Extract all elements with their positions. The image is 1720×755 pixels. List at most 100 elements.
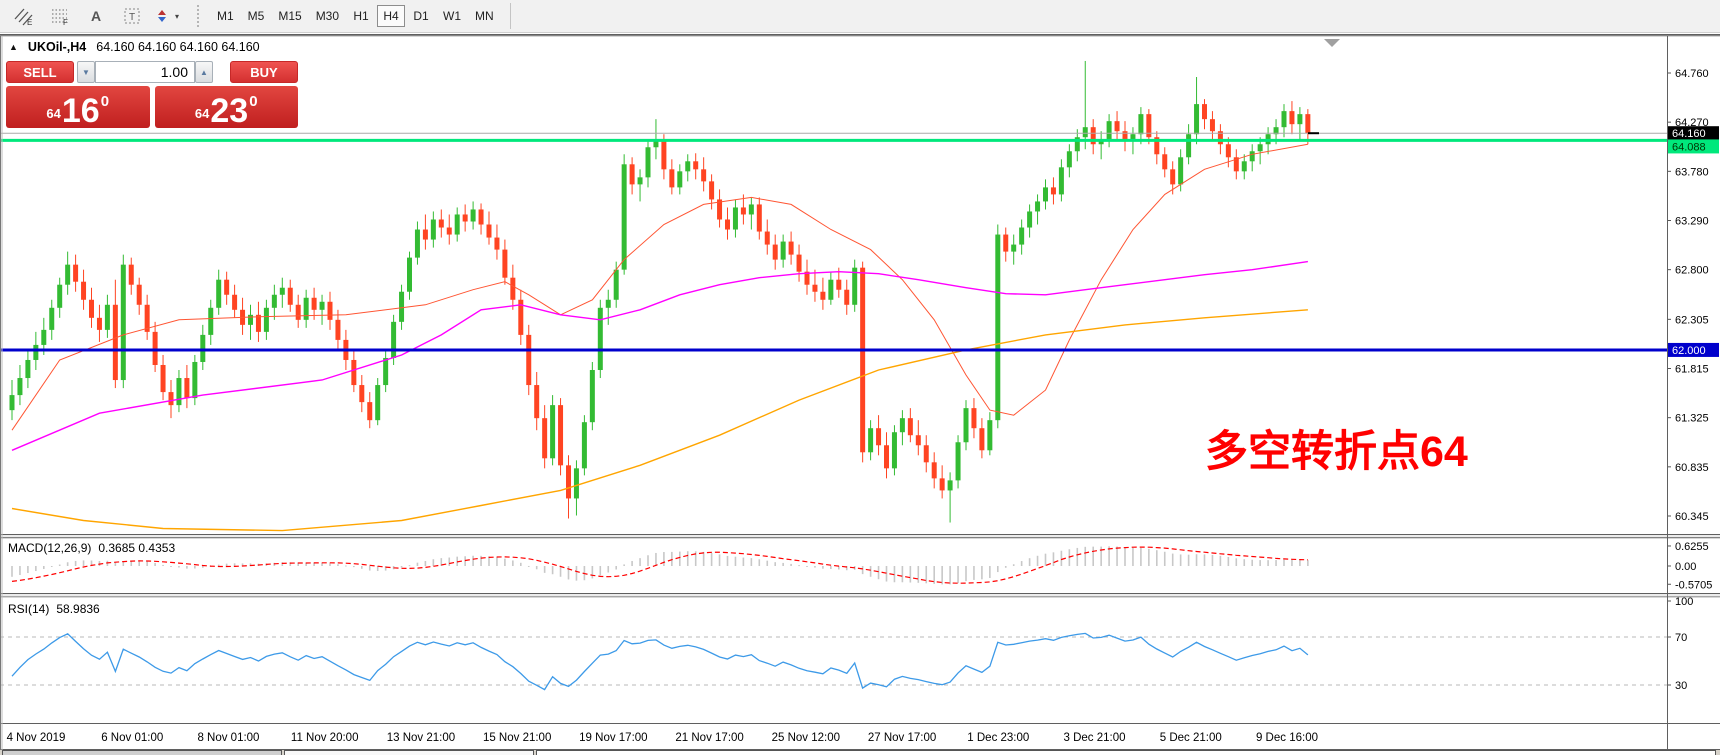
candle-body bbox=[915, 435, 921, 446]
candle-body bbox=[780, 241, 786, 260]
candle-body bbox=[868, 428, 874, 453]
candle-body bbox=[756, 204, 762, 232]
macd-bar bbox=[774, 562, 776, 566]
macd-bar bbox=[877, 566, 880, 580]
candle-body bbox=[279, 287, 285, 295]
toolbar: E F A T ▾ M1 M5 M15 M30 H1 H4 D1 W1 MN bbox=[0, 0, 1720, 33]
svg-text:E: E bbox=[27, 18, 32, 26]
price-badge-label: 62.000 bbox=[1672, 345, 1706, 357]
timeframe-M5[interactable]: M5 bbox=[242, 5, 271, 27]
macd-bar bbox=[615, 566, 617, 570]
macd-bar bbox=[1044, 553, 1047, 566]
sell-button[interactable]: SELL bbox=[6, 61, 74, 83]
macd-bar bbox=[225, 563, 228, 566]
timeframe-MN[interactable]: MN bbox=[469, 5, 500, 27]
macd-bar bbox=[162, 564, 164, 566]
candle-body bbox=[836, 279, 842, 290]
date-tick-label: 6 Nov 01:00 bbox=[101, 732, 163, 744]
macd-bar bbox=[194, 566, 196, 569]
macd-bar bbox=[146, 561, 148, 566]
macd-bar bbox=[27, 566, 29, 574]
candle-body bbox=[303, 297, 309, 320]
candle-body bbox=[446, 227, 452, 235]
volume-increase-button[interactable]: ▲ bbox=[195, 61, 213, 83]
price-tick-label: 61.815 bbox=[1675, 364, 1709, 376]
candle-body bbox=[65, 264, 71, 285]
candle-body bbox=[884, 445, 889, 469]
chart-tab[interactable] bbox=[2, 750, 282, 755]
price-tick-label: 62.305 bbox=[1675, 314, 1709, 326]
macd-bar bbox=[170, 566, 172, 567]
chart-tab[interactable] bbox=[536, 750, 1716, 755]
macd-bar bbox=[949, 566, 951, 585]
macd-bar bbox=[631, 560, 633, 566]
candle-body bbox=[812, 284, 818, 292]
candle-body bbox=[645, 147, 651, 178]
timeframe-W1[interactable]: W1 bbox=[437, 5, 467, 27]
candle-body bbox=[367, 402, 373, 421]
drawing-tools-group: E F A T ▾ bbox=[8, 4, 188, 28]
candle-body bbox=[693, 161, 699, 170]
macd-bar bbox=[830, 566, 832, 570]
macd-tick-label: 0.6255 bbox=[1675, 541, 1709, 553]
candle-body bbox=[1209, 119, 1215, 132]
bid-sup-digit: 0 bbox=[100, 93, 110, 110]
buy-button[interactable]: BUY bbox=[230, 61, 298, 83]
arrows-icon bbox=[157, 10, 166, 22]
date-tick-label: 8 Nov 01:00 bbox=[197, 732, 259, 744]
macd-bar bbox=[1187, 554, 1190, 566]
candle-body bbox=[1249, 151, 1255, 162]
macd-bar bbox=[941, 566, 943, 585]
macd-bar bbox=[655, 552, 657, 566]
macd-bar bbox=[1299, 559, 1301, 566]
candle-body bbox=[184, 378, 190, 399]
candle-body bbox=[1043, 187, 1048, 202]
candle-body bbox=[899, 418, 905, 433]
timeframe-M1[interactable]: M1 bbox=[211, 5, 240, 27]
candle-body bbox=[454, 214, 460, 235]
date-tick-label: 5 Dec 21:00 bbox=[1160, 732, 1222, 744]
rsi-label: RSI(14) 58.9836 bbox=[8, 602, 100, 616]
timeframe-H4[interactable]: H4 bbox=[377, 5, 406, 27]
macd-bar bbox=[1259, 560, 1261, 566]
tool-text-button[interactable]: A bbox=[80, 4, 112, 28]
macd-bar bbox=[1028, 558, 1031, 566]
volume-decrease-button[interactable]: ▼ bbox=[77, 61, 95, 83]
tool-fibonacci-button[interactable]: F bbox=[44, 4, 76, 28]
rsi-tick-label: 70 bbox=[1675, 632, 1687, 644]
candle-body bbox=[1170, 169, 1176, 185]
timeframe-D1[interactable]: D1 bbox=[407, 5, 435, 27]
bid-prefix: 64 bbox=[46, 106, 61, 121]
candle-body bbox=[462, 214, 468, 222]
candle-body bbox=[1035, 201, 1041, 212]
candle-body bbox=[701, 169, 707, 182]
ask-price-box[interactable]: 64 23 0 bbox=[154, 86, 298, 128]
volume-input[interactable] bbox=[95, 61, 195, 83]
candle-body bbox=[248, 314, 253, 325]
candle-body bbox=[709, 181, 715, 200]
tool-equidistant-channel-button[interactable]: E bbox=[8, 4, 40, 28]
tool-arrows-button[interactable]: ▾ bbox=[152, 4, 184, 28]
candle-body bbox=[168, 392, 174, 406]
svg-text:F: F bbox=[63, 18, 68, 26]
bid-price-box[interactable]: 64 16 0 bbox=[6, 86, 150, 128]
macd-bar bbox=[607, 566, 610, 573]
price-tick-label: 60.345 bbox=[1675, 511, 1709, 523]
timeframe-H1[interactable]: H1 bbox=[347, 5, 375, 27]
candle-body bbox=[470, 209, 476, 222]
macd-bar bbox=[885, 566, 888, 582]
macd-bar bbox=[1291, 559, 1293, 566]
macd-bar bbox=[591, 566, 594, 579]
chart-title: ▲ UKOil-,H4 64.160 64.160 64.160 64.160 bbox=[9, 40, 260, 54]
macd-bar bbox=[702, 551, 705, 566]
candle-body bbox=[422, 229, 428, 240]
timeframe-M30[interactable]: M30 bbox=[310, 5, 345, 27]
candle-body bbox=[216, 279, 222, 308]
collapse-arrow-icon[interactable]: ▲ bbox=[9, 42, 18, 52]
tool-label-button[interactable]: T bbox=[116, 4, 148, 28]
timeframe-M15[interactable]: M15 bbox=[272, 5, 307, 27]
candle-body bbox=[828, 279, 834, 300]
macd-bar bbox=[909, 566, 912, 583]
chart-tab[interactable] bbox=[284, 750, 534, 755]
candle-body bbox=[788, 241, 794, 255]
